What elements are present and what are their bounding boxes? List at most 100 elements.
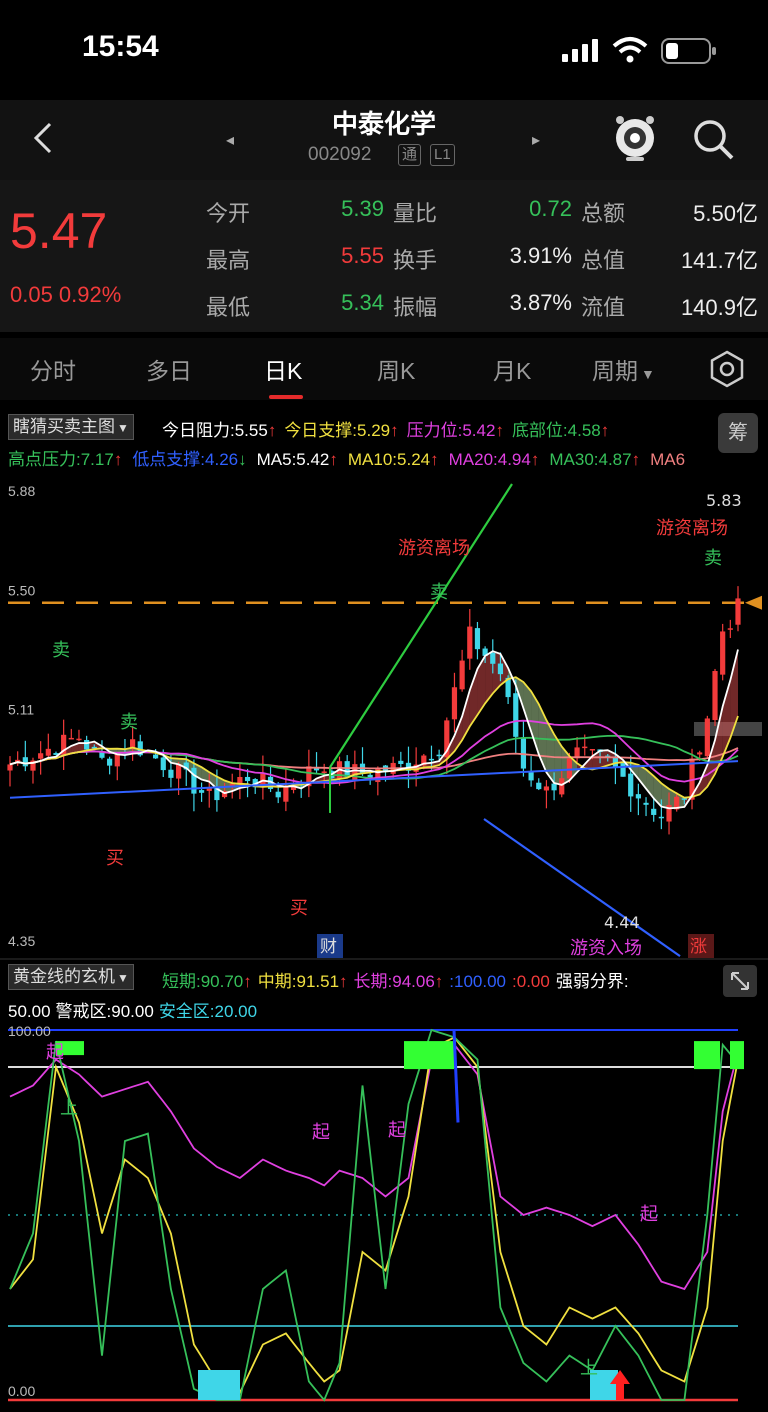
trend-arrow: ↑ — [430, 450, 439, 469]
high-price-label: 5.83 — [706, 491, 742, 510]
candle-body — [352, 764, 358, 781]
quote-label: 最低 — [206, 295, 251, 320]
candle-body — [428, 758, 435, 761]
hot-money-entry-label: 游资入场 — [570, 938, 642, 959]
quote-value: 5.55 — [341, 243, 384, 268]
oversold-block — [198, 1370, 240, 1400]
quote-label: 流值 — [581, 295, 626, 320]
signal-mark: 起 — [388, 1120, 406, 1141]
y-axis-label: 5.50 — [8, 583, 35, 599]
indicator-value: 短期:90.70 — [162, 972, 244, 991]
finance-badge-label: 财 — [320, 937, 337, 957]
trend-arrow: ↑ — [339, 972, 348, 991]
candle-body — [436, 754, 442, 757]
indicator-value: 长期:94.06 — [353, 972, 435, 991]
candle-body — [720, 631, 726, 675]
indicator-value: :100.00 — [449, 972, 507, 991]
trend-arrow: ↑ — [434, 972, 444, 991]
indicator-value: MA6 — [650, 450, 686, 469]
candle-body — [704, 718, 710, 757]
sub-indicator-selector[interactable]: 黄金线的玄机 ▼ — [8, 964, 134, 990]
candle-body — [76, 738, 82, 741]
chip-distribution-button[interactable]: 筹 — [718, 413, 758, 453]
indicator-value: 中期:91.51 — [257, 972, 340, 991]
quote-value: 5.50亿 — [693, 201, 758, 226]
trend-arrow: ↑ — [267, 421, 277, 440]
quote-value: 3.91% — [509, 243, 572, 268]
trend-arrow: ↑ — [530, 450, 540, 469]
tab-multi-day[interactable]: 多日 — [146, 352, 192, 386]
last-price: 5.47 — [10, 203, 108, 259]
overbought-block — [404, 1041, 454, 1070]
tab-period[interactable]: 周期 ▼ — [592, 352, 655, 386]
candle-body — [168, 769, 174, 778]
low-price-label: 4.44 — [604, 913, 640, 932]
candle-body — [497, 663, 504, 675]
signal-mark: 上 — [60, 1098, 78, 1119]
signal-mark: 起 — [46, 1042, 64, 1063]
trend-arrow: ↑ — [329, 450, 338, 469]
main-indicator-selector[interactable]: 瞎猜买卖主图 ▼ — [8, 414, 134, 440]
sell-signal: 卖 — [52, 640, 70, 661]
candle-body — [283, 785, 289, 802]
tab-daily-k[interactable]: 日K — [264, 352, 302, 386]
limit-up-badge-label: 涨 — [690, 937, 707, 957]
candle-body — [474, 628, 481, 650]
tab-intraday[interactable]: 分时 — [30, 352, 76, 386]
candle-body — [7, 764, 13, 771]
candle-body — [727, 628, 733, 630]
sell-signal: 卖 — [120, 712, 138, 733]
kline-chart[interactable]: 5.885.505.114.35 卖卖卖卖买买游资离场游资离场游资入场5.834… — [0, 470, 768, 960]
tab-weekly-k[interactable]: 周K — [377, 352, 415, 386]
level-badge: L1 — [430, 144, 455, 166]
candle-body — [459, 660, 465, 690]
settings-hex-icon[interactable] — [708, 350, 746, 388]
candle-body — [160, 757, 166, 771]
candle-body — [536, 782, 542, 790]
tong-badge: 通 — [398, 144, 422, 166]
candle-body — [620, 763, 626, 777]
sub-indicator-name: 黄金线的玄机 — [13, 967, 115, 986]
candle-body — [467, 626, 473, 659]
signal-mark: 起 — [640, 1204, 658, 1225]
tab-monthly-k[interactable]: 月K — [493, 352, 531, 386]
active-tab-indicator — [269, 395, 303, 399]
quote-value: 0.72 — [529, 196, 572, 221]
indicator-value: 底部位:4.58 — [511, 421, 601, 440]
candle-body — [398, 760, 404, 764]
candle-body — [45, 748, 51, 756]
dropdown-triangle-icon: ▼ — [117, 971, 129, 985]
indicator-value: :0.00 — [512, 972, 550, 991]
candle-body — [244, 776, 251, 782]
tab-period-label: 周期 — [592, 358, 638, 384]
search-icon[interactable] — [690, 116, 736, 162]
candle-body — [344, 761, 350, 777]
candle-body — [566, 758, 573, 779]
candle-body — [589, 749, 595, 751]
candle-body — [651, 808, 657, 815]
y-axis-label: 5.88 — [8, 483, 35, 499]
candle-body — [198, 790, 205, 793]
candle-body — [107, 758, 113, 766]
trend-arrow: ↑ — [390, 421, 399, 440]
quote-value: 3.87% — [509, 290, 572, 315]
signal-icon — [562, 39, 598, 62]
indicator-value: MA5:5.42 — [256, 450, 330, 469]
quote-label: 最高 — [206, 248, 251, 273]
candle-body — [513, 693, 519, 737]
expand-icon[interactable] — [722, 964, 758, 998]
sub-indicator-chart[interactable]: 100.000.00起起 起起上上 — [0, 1022, 768, 1412]
candle-body — [697, 752, 703, 755]
next-stock-button[interactable]: ▸ — [532, 130, 540, 150]
trend-arrow: ↑ — [113, 450, 123, 469]
candle-body — [68, 737, 74, 740]
candle-body — [275, 791, 281, 798]
candle-body — [543, 786, 550, 791]
indicator-value: 今日支撑:5.29 — [284, 421, 391, 440]
mascot-icon[interactable] — [612, 112, 658, 162]
price-change: 0.05 0.92% — [10, 282, 122, 307]
quote-label: 总额 — [581, 201, 626, 226]
overbought-block — [730, 1041, 744, 1070]
battery-icon — [661, 38, 716, 64]
candle-body — [643, 802, 649, 805]
